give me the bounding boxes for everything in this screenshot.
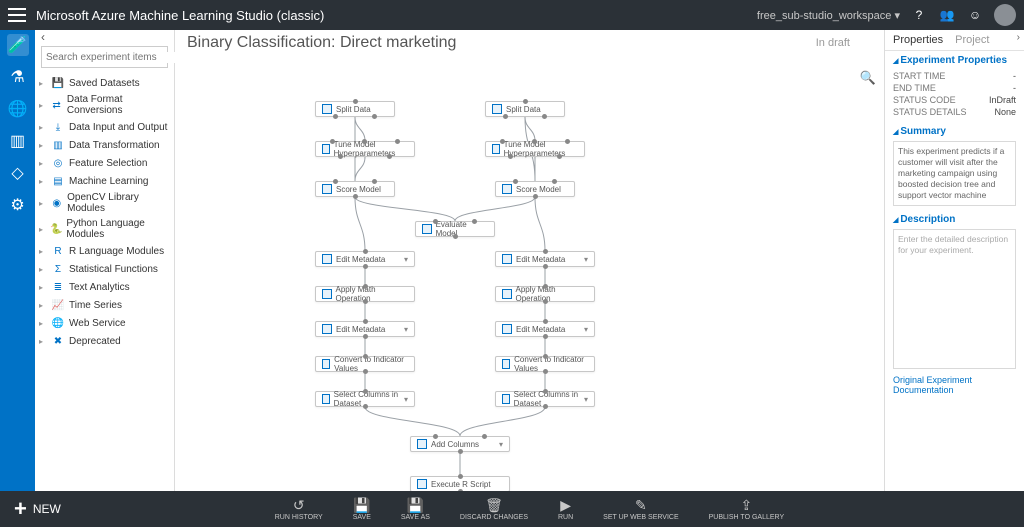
- bottombar: + NEW ↺RUN HISTORY 💾SAVE 💾SAVE AS 🗑DISCARD …: [0, 491, 1024, 527]
- smile-icon[interactable]: ☺: [966, 6, 984, 24]
- bottombar-run-history[interactable]: ↺RUN HISTORY: [275, 497, 323, 521]
- app-title: Microsoft Azure Machine Learning Studio …: [36, 8, 324, 23]
- bottombar-set-up-web-service[interactable]: ✎SET UP WEB SERVICE: [603, 497, 678, 521]
- tree-item[interactable]: ▸▤Machine Learning: [35, 172, 174, 190]
- node-convR[interactable]: Convert to Indicator Values: [495, 356, 595, 372]
- tree-item[interactable]: ▸💾Saved Datasets: [35, 74, 174, 92]
- node-selL[interactable]: Select Columns in Dataset▾: [315, 391, 415, 407]
- menu-icon[interactable]: [8, 8, 26, 22]
- node-splitR[interactable]: Split Data: [485, 101, 565, 117]
- node-convL[interactable]: Convert to Indicator Values: [315, 356, 415, 372]
- experiment-title: Binary Classification: Direct marketing: [187, 34, 456, 52]
- help-icon[interactable]: ?: [910, 6, 928, 24]
- avatar[interactable]: [994, 4, 1016, 26]
- rail-globe-icon[interactable]: 🌐: [7, 98, 29, 120]
- section-description[interactable]: Description: [893, 214, 1016, 225]
- node-mathL[interactable]: Apply Math Operation: [315, 286, 415, 302]
- node-selR[interactable]: Select Columns in Dataset▾: [495, 391, 595, 407]
- rail-models-icon[interactable]: ◇: [7, 162, 29, 184]
- bottombar-run[interactable]: ▶RUN: [558, 497, 573, 521]
- node-editL2[interactable]: Edit Metadata▾: [315, 321, 415, 337]
- people-icon[interactable]: 👥: [938, 6, 956, 24]
- description-input[interactable]: Enter the detailed description for your …: [893, 229, 1016, 369]
- tree-item[interactable]: ▸🐍Python Language Modules: [35, 216, 174, 242]
- expand-right-icon[interactable]: ›: [1017, 32, 1020, 43]
- search-input[interactable]: 🔍: [41, 46, 168, 68]
- rail-experiments-icon[interactable]: 🧪: [7, 34, 29, 56]
- bottombar-save-as[interactable]: 💾SAVE AS: [401, 497, 430, 521]
- node-mathR[interactable]: Apply Math Operation: [495, 286, 595, 302]
- module-palette: ‹ 🔍 ▸💾Saved Datasets▸⇄Data Format Conver…: [35, 30, 175, 527]
- node-editR2[interactable]: Edit Metadata▾: [495, 321, 595, 337]
- section-summary[interactable]: Summary: [893, 126, 1016, 137]
- collapse-left-icon[interactable]: ‹: [41, 30, 45, 44]
- tree-item[interactable]: ▸⤓Data Input and Output: [35, 118, 174, 136]
- workspace-dropdown[interactable]: free_sub-studio_workspace ▾: [757, 9, 900, 22]
- node-scoreR[interactable]: Score Model: [495, 181, 575, 197]
- properties-panel: Properties Project › Experiment Properti…: [884, 30, 1024, 527]
- tree-item[interactable]: ▸≣Text Analytics: [35, 278, 174, 296]
- rail-flask-icon[interactable]: ⚗: [7, 66, 29, 88]
- node-editR1[interactable]: Edit Metadata▾: [495, 251, 595, 267]
- node-scoreL[interactable]: Score Model: [315, 181, 395, 197]
- summary-text: This experiment predicts if a customer w…: [893, 141, 1016, 206]
- rail-datasets-icon[interactable]: ▥: [7, 130, 29, 152]
- tree-item[interactable]: ▸▥Data Transformation: [35, 136, 174, 154]
- tree-item[interactable]: ▸⇄Data Format Conversions: [35, 92, 174, 118]
- tree-item[interactable]: ▸ΣStatistical Functions: [35, 260, 174, 278]
- tree-item[interactable]: ▸◉OpenCV Library Modules: [35, 190, 174, 216]
- node-splitL[interactable]: Split Data: [315, 101, 395, 117]
- rail-settings-icon[interactable]: ⚙: [7, 194, 29, 216]
- node-eval[interactable]: Evaluate Model: [415, 221, 495, 237]
- tree-item[interactable]: ▸◎Feature Selection: [35, 154, 174, 172]
- canvas-area: Binary Classification: Direct marketing …: [175, 30, 884, 527]
- section-exp-props[interactable]: Experiment Properties: [893, 55, 1016, 66]
- bottombar-discard-changes[interactable]: 🗑DISCARD CHANGES: [460, 497, 528, 521]
- doc-link[interactable]: Original Experiment Documentation: [885, 373, 1024, 397]
- tree-item[interactable]: ▸✖Deprecated: [35, 332, 174, 350]
- nav-rail: 🧪 ⚗ 🌐 ▥ ◇ ⚙: [0, 30, 35, 527]
- tree-item[interactable]: ▸📈Time Series: [35, 296, 174, 314]
- tree-item[interactable]: ▸🌐Web Service: [35, 314, 174, 332]
- canvas[interactable]: Split Data Split Data Tune Model Hyperpara…: [175, 56, 884, 492]
- tab-project[interactable]: Project: [955, 34, 989, 46]
- tree-item[interactable]: ▸RR Language Modules: [35, 242, 174, 260]
- experiment-status: In draft: [816, 37, 850, 49]
- node-tuneL[interactable]: Tune Model Hyperparameters: [315, 141, 415, 157]
- topbar: Microsoft Azure Machine Learning Studio …: [0, 0, 1024, 30]
- node-tuneR[interactable]: Tune Model Hyperparameters: [485, 141, 585, 157]
- search-field[interactable]: [46, 52, 178, 63]
- node-editL1[interactable]: Edit Metadata▾: [315, 251, 415, 267]
- node-rscript[interactable]: Execute R Script: [410, 476, 510, 492]
- new-button[interactable]: + NEW: [0, 491, 75, 527]
- bottombar-save[interactable]: 💾SAVE: [353, 497, 371, 521]
- node-addcols[interactable]: Add Columns▾: [410, 436, 510, 452]
- module-tree: ▸💾Saved Datasets▸⇄Data Format Conversion…: [35, 72, 174, 527]
- plus-icon: +: [14, 498, 27, 520]
- tab-properties[interactable]: Properties: [893, 34, 943, 46]
- bottombar-publish-to-gallery[interactable]: ⇪PUBLISH TO GALLERY: [709, 497, 784, 521]
